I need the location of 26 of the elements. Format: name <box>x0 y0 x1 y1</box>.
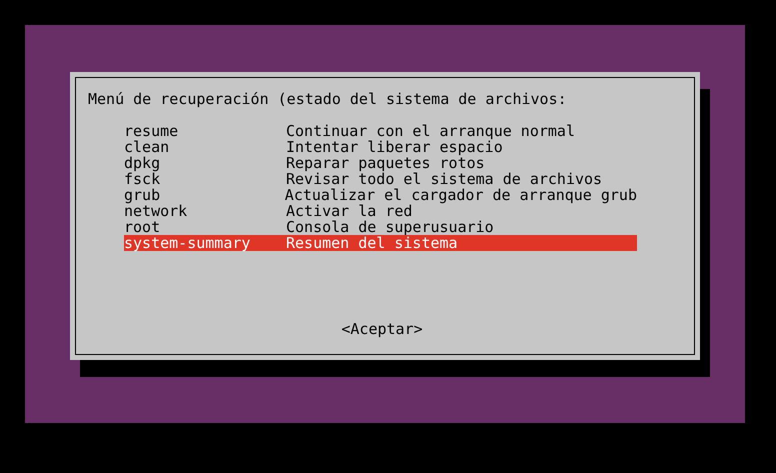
option-name: fsck <box>124 171 162 187</box>
option-name: resume <box>124 123 180 139</box>
option-description: Actualizar el cargador de arranque grub <box>284 187 637 203</box>
option-description: Resumen del sistema <box>286 235 458 251</box>
menu-item[interactable]: system-summary Resumen del sistema <box>124 235 637 251</box>
menu-item[interactable]: resume Continuar con el arranque normal <box>124 123 637 139</box>
option-description: Revisar todo el sistema de archivos <box>286 171 602 187</box>
option-description: Continuar con el arranque normal <box>286 123 575 139</box>
option-name: clean <box>124 139 170 155</box>
option-name: root <box>124 219 162 235</box>
menu-item[interactable]: dpkg Reparar paquetes rotos <box>124 155 637 171</box>
menu-item[interactable]: grub Actualizar el cargador de arranque grub <box>124 187 637 203</box>
menu-item[interactable]: fsck Revisar todo el sistema de archivos <box>124 171 637 187</box>
option-description: Consola de superusuario <box>286 219 494 235</box>
menu-item[interactable]: clean Intentar liberar espacio <box>124 139 637 155</box>
menu-item[interactable]: network Activar la red <box>124 203 637 219</box>
option-description: Intentar liberar espacio <box>286 139 503 155</box>
option-description: Activar la red <box>286 203 412 219</box>
option-description: Reparar paquetes rotos <box>286 155 485 171</box>
option-name: grub <box>124 187 162 203</box>
option-name: system-summary <box>124 235 252 251</box>
menu-item[interactable]: root Consola de superusuario <box>124 219 637 235</box>
option-name: dpkg <box>124 155 162 171</box>
option-name: network <box>124 203 188 219</box>
accept-button[interactable]: <Aceptar> <box>341 321 423 337</box>
dialog-title: Menú de recuperación (estado del sistema de archivos: <box>88 91 568 107</box>
